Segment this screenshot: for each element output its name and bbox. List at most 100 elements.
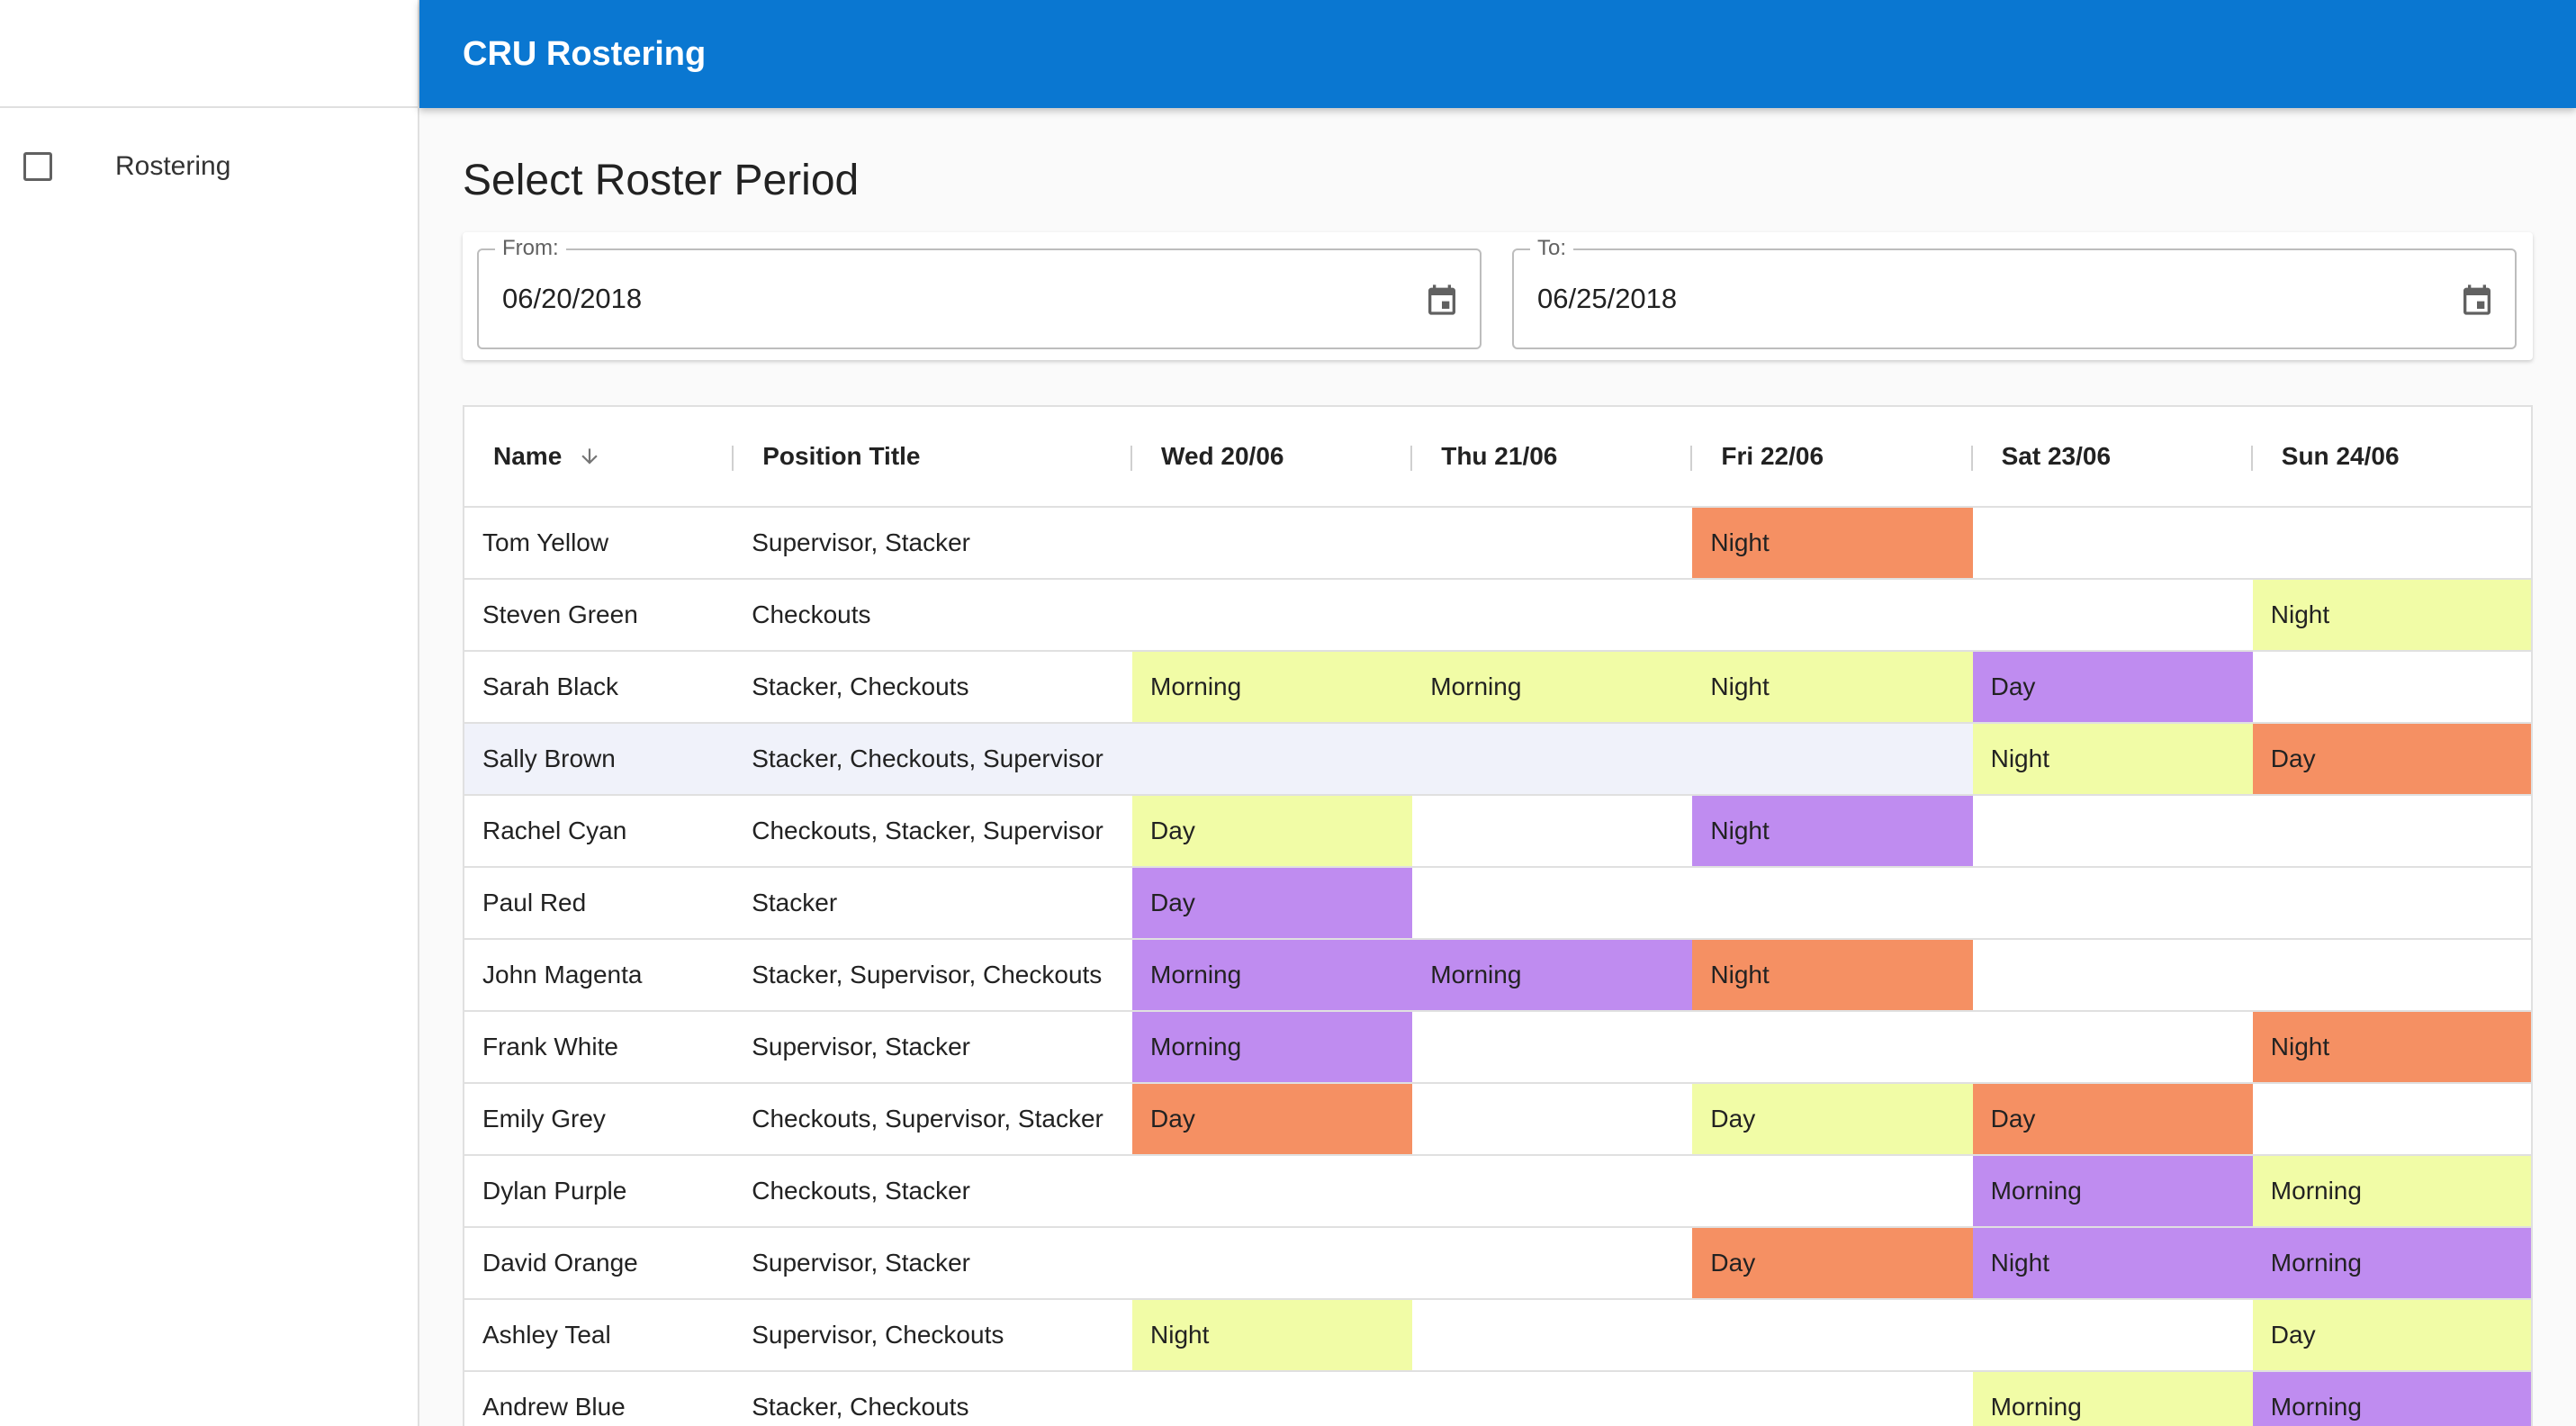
- empty-shift-cell[interactable]: [1412, 868, 1692, 938]
- calendar-icon[interactable]: [2459, 281, 2495, 319]
- table-row[interactable]: Ashley Teal Supervisor, Checkouts Night Day: [464, 1300, 2531, 1372]
- arrow-down-icon[interactable]: [578, 443, 601, 470]
- empty-shift-cell[interactable]: [1973, 508, 2253, 578]
- empty-shift-cell[interactable]: [1412, 1084, 1692, 1154]
- shift-cell[interactable]: Night: [1692, 796, 1973, 866]
- column-header-fri[interactable]: Fri 22/06: [1692, 406, 1973, 507]
- empty-shift-cell[interactable]: [1692, 868, 1972, 938]
- shift-cell[interactable]: Night: [1692, 652, 1973, 722]
- empty-shift-cell[interactable]: [2253, 652, 2531, 722]
- empty-shift-cell[interactable]: [1412, 1156, 1692, 1226]
- shift-cell[interactable]: Night: [2252, 1012, 2531, 1082]
- empty-shift-cell[interactable]: [1132, 508, 1412, 578]
- shift-cell[interactable]: Day: [1132, 1084, 1413, 1154]
- shift-cell[interactable]: Day: [1692, 1084, 1973, 1154]
- table-row[interactable]: Andrew Blue Stacker, Checkouts Morning Morn…: [464, 1372, 2531, 1426]
- table-row[interactable]: Dylan Purple Checkouts, Stacker Morning Mor…: [464, 1156, 2531, 1228]
- table-row[interactable]: Tom Yellow Supervisor, Stacker Night: [464, 508, 2531, 580]
- empty-shift-cell[interactable]: [1412, 724, 1692, 794]
- cell-position: Supervisor, Stacker: [752, 1033, 970, 1060]
- empty-shift-cell[interactable]: [2253, 796, 2531, 866]
- empty-shift-cell[interactable]: [1132, 1228, 1412, 1298]
- empty-shift-cell[interactable]: [1412, 796, 1692, 866]
- shift-cell[interactable]: Morning: [1972, 1156, 2253, 1226]
- empty-shift-cell[interactable]: [1692, 1156, 1972, 1226]
- empty-shift-cell[interactable]: [1973, 940, 2253, 1010]
- cell-position: Checkouts, Supervisor, Stacker: [752, 1105, 1103, 1133]
- table-row[interactable]: John Magenta Stacker, Supervisor, Checkou…: [464, 940, 2531, 1012]
- shift-cell[interactable]: Night: [1972, 724, 2253, 794]
- column-header-thu[interactable]: Thu 21/06: [1412, 406, 1693, 507]
- shift-cell[interactable]: Morning: [1412, 940, 1693, 1010]
- shift-cell[interactable]: Day: [1132, 868, 1413, 938]
- table-row[interactable]: Frank White Supervisor, Stacker Morning Nig…: [464, 1012, 2531, 1084]
- column-header-sun[interactable]: Sun 24/06: [2253, 406, 2531, 507]
- main-content: Select Roster Period From: 06/20/2018 To…: [463, 108, 2533, 1426]
- empty-shift-cell[interactable]: [1412, 580, 1692, 650]
- empty-shift-cell[interactable]: [1692, 1012, 1972, 1082]
- shift-cell[interactable]: Night: [1132, 1300, 1413, 1370]
- cell-name: Sarah Black: [482, 672, 618, 700]
- empty-shift-cell[interactable]: [1412, 508, 1692, 578]
- shift-cell[interactable]: Night: [2252, 580, 2531, 650]
- table-row[interactable]: Sarah Black Stacker, Checkouts Morning Morn…: [464, 652, 2531, 724]
- sidebar: Rostering: [0, 0, 419, 1426]
- table-row[interactable]: Sally Brown Stacker, Checkouts, Superviso…: [464, 724, 2531, 796]
- cell-position: Stacker, Checkouts: [752, 1393, 969, 1421]
- calendar-icon[interactable]: [1424, 281, 1460, 319]
- shift-cell[interactable]: Night: [1692, 940, 1973, 1010]
- shift-cell[interactable]: Morning: [1972, 1372, 2253, 1426]
- empty-shift-cell[interactable]: [2253, 868, 2531, 938]
- empty-shift-cell[interactable]: [1412, 1372, 1692, 1426]
- empty-shift-cell[interactable]: [1692, 724, 1972, 794]
- shift-cell[interactable]: Morning: [1412, 652, 1693, 722]
- shift-cell[interactable]: Morning: [2252, 1228, 2531, 1298]
- empty-shift-cell[interactable]: [1412, 1228, 1692, 1298]
- column-header-wed[interactable]: Wed 20/06: [1132, 406, 1413, 507]
- table-row[interactable]: Rachel Cyan Checkouts, Stacker, Superviso…: [464, 796, 2531, 868]
- shift-cell[interactable]: Day: [1972, 1084, 2253, 1154]
- empty-shift-cell[interactable]: [1692, 1300, 1972, 1370]
- from-date-field[interactable]: From: 06/20/2018: [477, 236, 1482, 349]
- empty-shift-cell[interactable]: [2253, 1084, 2531, 1154]
- shift-cell[interactable]: Morning: [1132, 1012, 1413, 1082]
- shift-cell[interactable]: Day: [1972, 652, 2253, 722]
- column-header-position[interactable]: Position Title: [734, 406, 1133, 507]
- empty-shift-cell[interactable]: [1692, 580, 1972, 650]
- shift-cell[interactable]: Morning: [1132, 652, 1413, 722]
- empty-shift-cell[interactable]: [1973, 1300, 2253, 1370]
- empty-shift-cell[interactable]: [1412, 1012, 1692, 1082]
- shift-cell[interactable]: Day: [2252, 724, 2531, 794]
- empty-shift-cell[interactable]: [1973, 580, 2253, 650]
- empty-shift-cell[interactable]: [1692, 1372, 1972, 1426]
- empty-shift-cell[interactable]: [2253, 940, 2531, 1010]
- from-date-label: From:: [495, 236, 566, 261]
- shift-cell[interactable]: Day: [1692, 1228, 1973, 1298]
- shift-cell[interactable]: Day: [2252, 1300, 2531, 1370]
- table-row[interactable]: Emily Grey Checkouts, Supervisor, Stacker…: [464, 1084, 2531, 1156]
- empty-shift-cell[interactable]: [1973, 868, 2253, 938]
- shift-cell[interactable]: Morning: [2252, 1372, 2531, 1426]
- shift-cell[interactable]: Morning: [1132, 940, 1413, 1010]
- table-row[interactable]: Steven Green Checkouts Night: [464, 580, 2531, 652]
- column-header-sat[interactable]: Sat 23/06: [1973, 406, 2253, 507]
- empty-shift-cell[interactable]: [1973, 1012, 2253, 1082]
- shift-cell[interactable]: Morning: [2252, 1156, 2531, 1226]
- empty-shift-cell[interactable]: [1412, 1300, 1692, 1370]
- cell-position: Checkouts, Stacker, Supervisor: [752, 817, 1103, 844]
- to-date-field[interactable]: To: 06/25/2018: [1512, 236, 2517, 349]
- empty-shift-cell[interactable]: [1973, 796, 2253, 866]
- shift-cell[interactable]: Night: [1692, 508, 1973, 578]
- empty-shift-cell[interactable]: [2253, 508, 2531, 578]
- sidebar-item-rostering[interactable]: Rostering: [0, 108, 418, 225]
- empty-shift-cell[interactable]: [1132, 724, 1412, 794]
- column-header-name[interactable]: Name: [464, 406, 734, 507]
- empty-shift-cell[interactable]: [1132, 580, 1412, 650]
- shift-cell[interactable]: Night: [1972, 1228, 2253, 1298]
- table-row[interactable]: David Orange Supervisor, Stacker Day Night M…: [464, 1228, 2531, 1300]
- empty-shift-cell[interactable]: [1132, 1156, 1412, 1226]
- empty-shift-cell[interactable]: [1132, 1372, 1412, 1426]
- shift-cell[interactable]: Day: [1132, 796, 1413, 866]
- table-row[interactable]: Paul Red Stacker Day: [464, 868, 2531, 940]
- to-date-value: 06/25/2018: [1537, 283, 1678, 314]
